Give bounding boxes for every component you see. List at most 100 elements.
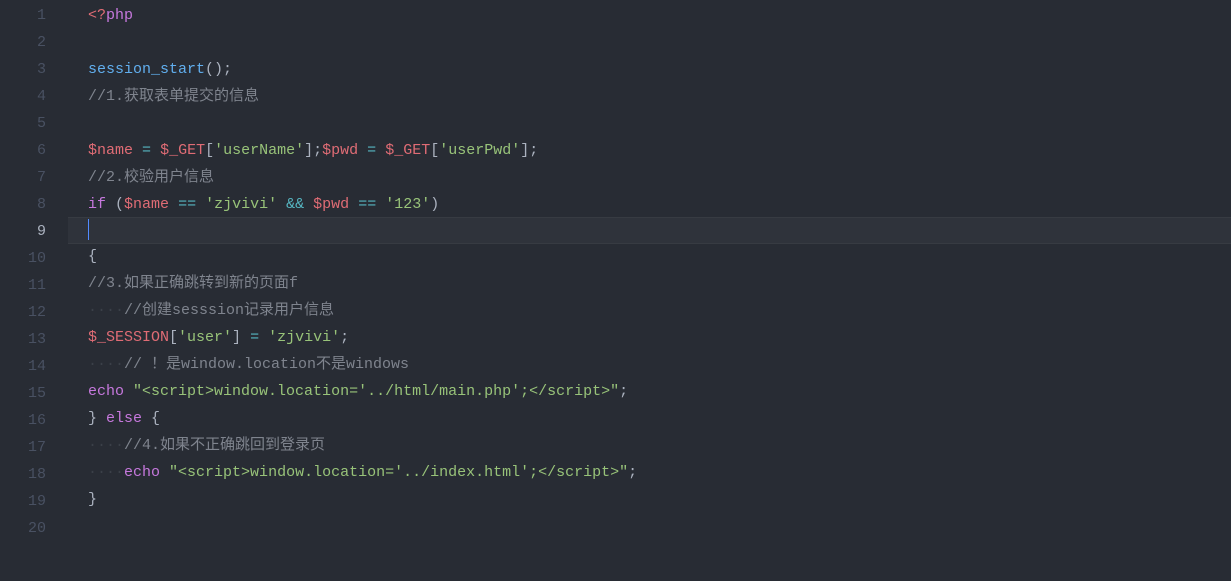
token-default bbox=[349, 196, 358, 213]
code-line[interactable]: //3.如果正确跳转到新的页面f bbox=[68, 270, 1231, 297]
token-default bbox=[358, 142, 367, 159]
line-number: 10 bbox=[0, 245, 46, 272]
line-number: 20 bbox=[0, 515, 46, 542]
token-string: 'userPwd' bbox=[439, 142, 520, 159]
token-default bbox=[151, 142, 160, 159]
token-func: session_start bbox=[88, 61, 205, 78]
line-number: 3 bbox=[0, 56, 46, 83]
token-op: = bbox=[367, 142, 376, 159]
code-line[interactable]: //1.获取表单提交的信息 bbox=[68, 83, 1231, 110]
token-ws: ···· bbox=[88, 464, 124, 481]
token-default: ] bbox=[232, 329, 250, 346]
token-comment: //3.如果正确跳转到新的页面f bbox=[88, 275, 298, 292]
line-number: 14 bbox=[0, 353, 46, 380]
code-line[interactable]: ····//创建sesssion记录用户信息 bbox=[68, 297, 1231, 324]
line-number: 13 bbox=[0, 326, 46, 353]
token-global: $_SESSION bbox=[88, 329, 169, 346]
code-line[interactable]: ····// ！是window.location不是windows bbox=[68, 351, 1231, 378]
code-line[interactable] bbox=[68, 217, 1231, 244]
token-default: { bbox=[142, 410, 160, 427]
token-keyword: else bbox=[106, 410, 142, 427]
code-line[interactable]: //2.校验用户信息 bbox=[68, 164, 1231, 191]
token-global: $_GET bbox=[385, 142, 430, 159]
token-default bbox=[133, 142, 142, 159]
token-default: ( bbox=[106, 196, 124, 213]
token-default bbox=[259, 329, 268, 346]
token-ws: ···· bbox=[88, 437, 124, 454]
code-line[interactable]: if ($name == 'zjvivi' && $pwd == '123') bbox=[68, 191, 1231, 218]
token-string: "<script>window.location='../index.html'… bbox=[169, 464, 628, 481]
token-tag: <? bbox=[88, 7, 106, 24]
token-default bbox=[169, 196, 178, 213]
line-number: 6 bbox=[0, 137, 46, 164]
token-default: (); bbox=[205, 61, 232, 78]
line-number: 12 bbox=[0, 299, 46, 326]
token-default: ]; bbox=[520, 142, 538, 159]
line-number: 15 bbox=[0, 380, 46, 407]
code-line[interactable] bbox=[68, 29, 1231, 56]
code-editor[interactable]: 1234567891011121314151617181920 <?phpses… bbox=[0, 0, 1231, 581]
token-default bbox=[304, 196, 313, 213]
code-line[interactable]: $_SESSION['user'] = 'zjvivi'; bbox=[68, 324, 1231, 351]
code-line[interactable]: } bbox=[68, 486, 1231, 513]
token-comment: //创建sesssion记录用户信息 bbox=[124, 302, 334, 319]
token-op: && bbox=[286, 196, 304, 213]
token-comment: //1.获取表单提交的信息 bbox=[88, 88, 259, 105]
code-line[interactable]: { bbox=[68, 243, 1231, 270]
token-var: $pwd bbox=[322, 142, 358, 159]
token-global: $_GET bbox=[160, 142, 205, 159]
token-var: $pwd bbox=[313, 196, 349, 213]
token-default: ) bbox=[430, 196, 439, 213]
line-number: 18 bbox=[0, 461, 46, 488]
token-comment: //2.校验用户信息 bbox=[88, 169, 214, 186]
token-default: } bbox=[88, 410, 106, 427]
token-string: '123' bbox=[385, 196, 430, 213]
line-number: 8 bbox=[0, 191, 46, 218]
code-area[interactable]: <?phpsession_start();//1.获取表单提交的信息$name … bbox=[68, 0, 1231, 581]
token-ws: ···· bbox=[88, 302, 124, 319]
token-default: ; bbox=[340, 329, 349, 346]
token-default bbox=[277, 196, 286, 213]
token-keyword: echo bbox=[124, 464, 160, 481]
token-default: { bbox=[88, 248, 97, 265]
line-number: 16 bbox=[0, 407, 46, 434]
token-default: [ bbox=[430, 142, 439, 159]
token-op: == bbox=[358, 196, 376, 213]
code-line[interactable]: session_start(); bbox=[68, 56, 1231, 83]
line-number: 5 bbox=[0, 110, 46, 137]
token-keyword: php bbox=[106, 7, 133, 24]
text-cursor bbox=[88, 219, 89, 240]
token-default: [ bbox=[169, 329, 178, 346]
token-default: [ bbox=[205, 142, 214, 159]
code-line[interactable]: $name = $_GET['userName'];$pwd = $_GET['… bbox=[68, 137, 1231, 164]
token-var: $name bbox=[124, 196, 169, 213]
token-var: $name bbox=[88, 142, 133, 159]
token-default bbox=[124, 383, 133, 400]
code-line[interactable]: echo "<script>window.location='../html/m… bbox=[68, 378, 1231, 405]
token-ws: ···· bbox=[88, 356, 124, 373]
token-default: } bbox=[88, 491, 97, 508]
token-op: == bbox=[178, 196, 196, 213]
token-string: 'zjvivi' bbox=[205, 196, 277, 213]
token-comment: // ！是window.location不是windows bbox=[124, 356, 409, 373]
line-number: 17 bbox=[0, 434, 46, 461]
token-op: = bbox=[250, 329, 259, 346]
line-number: 9 bbox=[0, 218, 46, 245]
code-line[interactable]: ····echo "<script>window.location='../in… bbox=[68, 459, 1231, 486]
code-line[interactable]: } else { bbox=[68, 405, 1231, 432]
token-default: ]; bbox=[304, 142, 322, 159]
line-number: 4 bbox=[0, 83, 46, 110]
line-number-gutter: 1234567891011121314151617181920 bbox=[0, 0, 68, 581]
token-default: ; bbox=[619, 383, 628, 400]
code-line[interactable]: ····//4.如果不正确跳回到登录页 bbox=[68, 432, 1231, 459]
code-line[interactable] bbox=[68, 513, 1231, 540]
token-default bbox=[196, 196, 205, 213]
token-string: 'user' bbox=[178, 329, 232, 346]
token-keyword: echo bbox=[88, 383, 124, 400]
token-string: 'userName' bbox=[214, 142, 304, 159]
code-line[interactable]: <?php bbox=[68, 2, 1231, 29]
line-number: 2 bbox=[0, 29, 46, 56]
code-line[interactable] bbox=[68, 110, 1231, 137]
token-default: ; bbox=[628, 464, 637, 481]
token-default bbox=[160, 464, 169, 481]
